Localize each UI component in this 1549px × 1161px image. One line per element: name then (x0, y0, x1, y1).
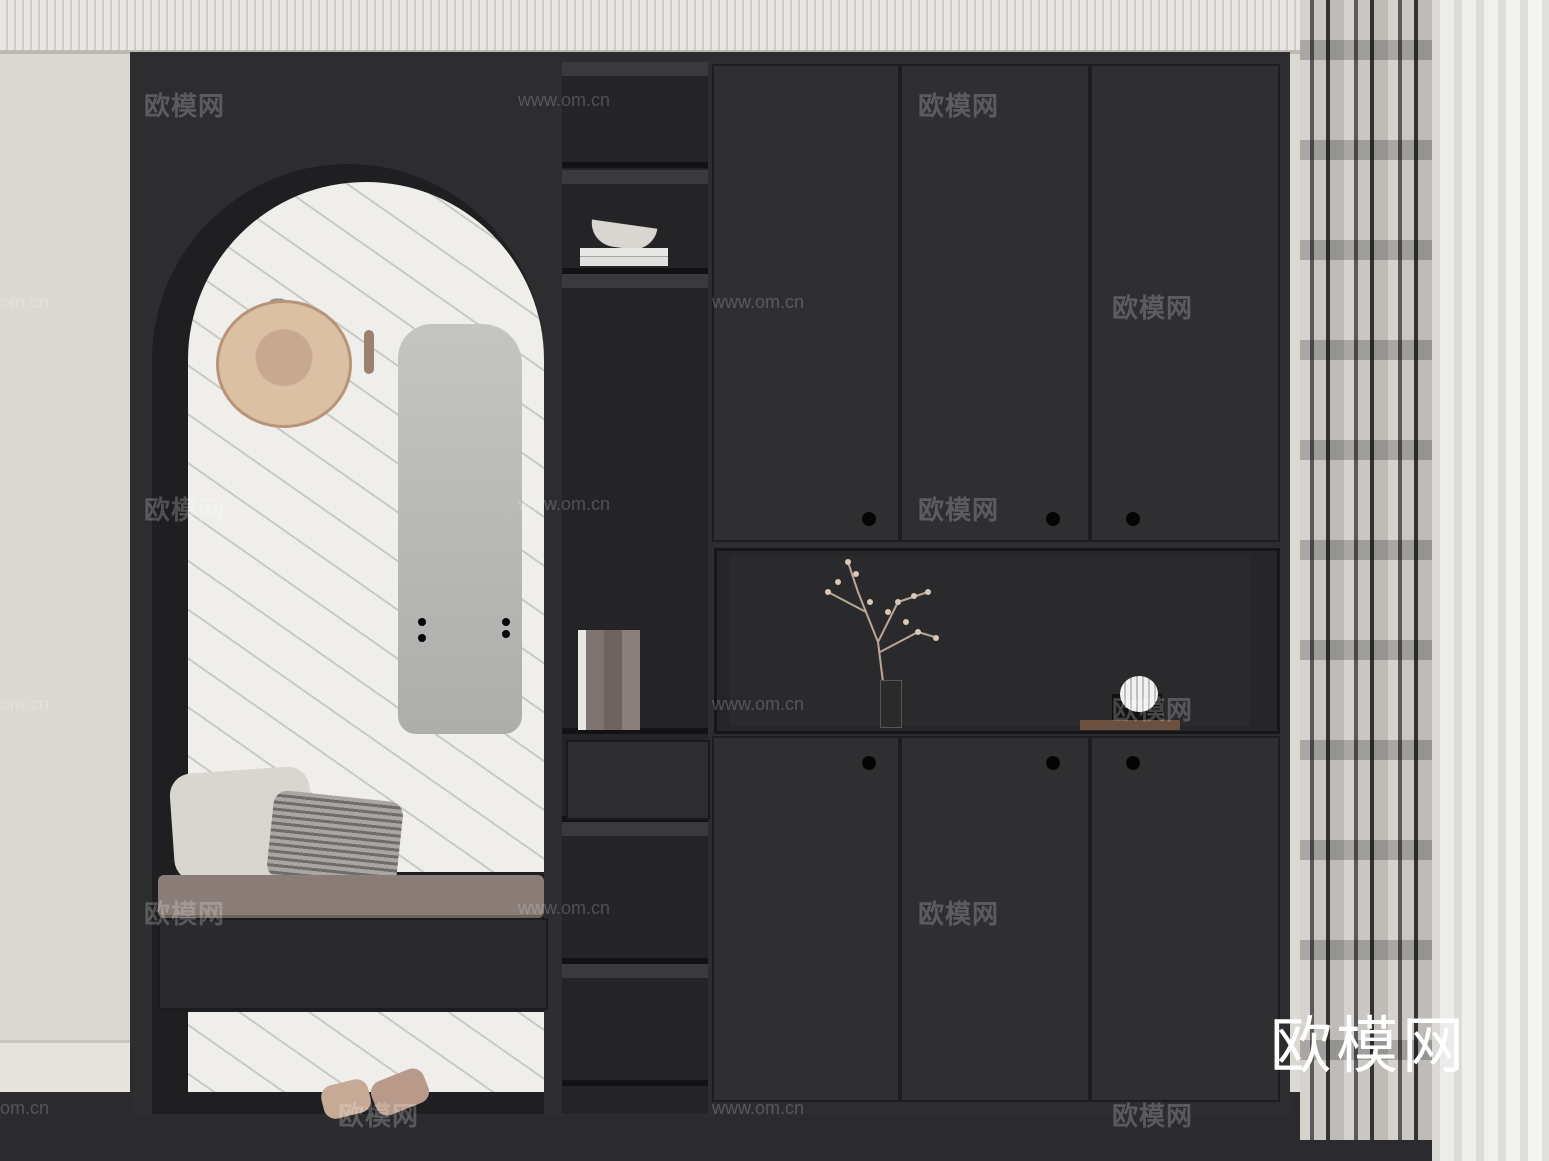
watermark-brand: 欧模网 (918, 495, 1000, 525)
watermark-url: www.om.cn (518, 90, 611, 110)
door-knob (1046, 512, 1060, 526)
watermark-url: om.cn (0, 694, 50, 714)
door-knob (862, 512, 876, 526)
open-shelf-column (562, 62, 708, 1114)
vase (880, 680, 902, 728)
wall-hook (364, 330, 374, 374)
watermark-brand: 欧模网 (1112, 695, 1194, 725)
shelf (562, 964, 708, 978)
door-knob (1126, 756, 1140, 770)
sheer-curtain (1432, 0, 1549, 1161)
straw-hat (216, 300, 352, 428)
watermark-url: om.cn (0, 292, 50, 312)
upper-door-2 (900, 64, 1090, 542)
curtain-folds (1300, 0, 1432, 1140)
watermark-url: www.om.cn (712, 1098, 805, 1118)
watermark-brand: 欧模网 (144, 899, 226, 929)
coat-button (502, 618, 510, 626)
door-knob (1046, 756, 1060, 770)
upright-books (578, 630, 640, 730)
watermark-brand: 欧模网 (338, 1101, 420, 1131)
watermark-brand: 欧模网 (1112, 1101, 1194, 1131)
shelf-drawer (566, 740, 710, 820)
watermark-url: www.om.cn (518, 494, 611, 514)
crown-molding (0, 0, 1310, 54)
hanging-coat (398, 324, 522, 734)
book-stack (580, 248, 668, 266)
watermark-brand: 欧模网 (918, 91, 1000, 121)
coat-button (418, 618, 426, 626)
brand-logo: 欧模网 (1270, 1012, 1469, 1081)
watermark-brand: 欧模网 (918, 899, 1000, 929)
shelf-divider (562, 1080, 708, 1086)
watermark-url: om.cn (0, 1098, 50, 1118)
bench-drawer (158, 918, 548, 1010)
watermark-brand: 欧模网 (1112, 293, 1194, 323)
lower-door-1 (712, 736, 900, 1102)
shelf (562, 62, 708, 76)
door-knob (862, 756, 876, 770)
coat-button (502, 630, 510, 638)
shelf (562, 274, 708, 288)
baseboard (0, 1040, 140, 1095)
coat-button (418, 634, 426, 642)
watermark-url: www.om.cn (518, 898, 611, 918)
watermark-url: www.om.cn (712, 292, 805, 312)
watermark-brand: 欧模网 (144, 91, 226, 121)
door-knob (1126, 512, 1140, 526)
shelf-divider (562, 162, 708, 168)
shelf (562, 822, 708, 836)
shelf (562, 170, 708, 184)
lower-door-3 (1090, 736, 1280, 1102)
watermark-url: www.om.cn (712, 694, 805, 714)
dried-branch (825, 559, 939, 691)
watermark-brand: 欧模网 (144, 495, 226, 525)
